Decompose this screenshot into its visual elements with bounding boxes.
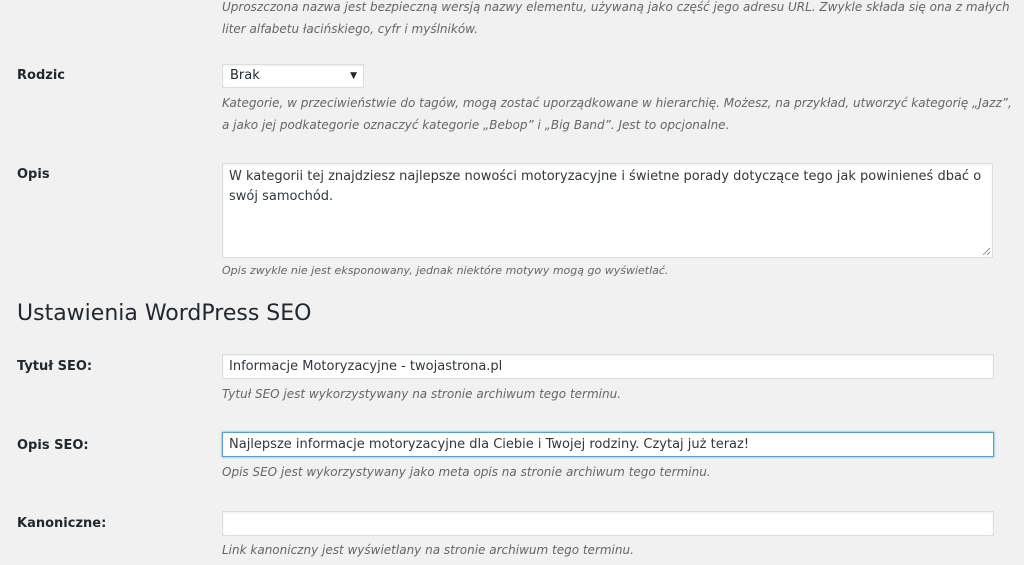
dropdown-arrow-icon: ▼ xyxy=(350,71,357,81)
seo-description-label: Opis SEO: xyxy=(17,438,89,453)
parent-label: Rodzic xyxy=(17,68,65,83)
description-textarea[interactable]: W kategorii tej znajdziesz najlepsze now… xyxy=(222,163,993,258)
seo-description-input[interactable]: Najlepsze informacje motoryzacyjne dla C… xyxy=(222,432,994,457)
description-help: Opis zwykle nie jest eksponowany, jednak… xyxy=(222,264,669,277)
slug-description: Uproszczona nazwa jest bezpieczną wersją… xyxy=(222,0,1010,36)
parent-select[interactable]: Brak ▼ xyxy=(222,64,364,88)
parent-description: Kategorie, w przeciwieństwie do tagów, m… xyxy=(222,96,1012,132)
seo-description-help: Opis SEO jest wykorzystywany jako meta o… xyxy=(222,465,711,479)
canonical-help: Link kanoniczny jest wyświetlany na stro… xyxy=(222,543,634,557)
seo-title-help: Tytuł SEO jest wykorzystywany na stronie… xyxy=(222,387,622,401)
seo-title-label: Tytuł SEO: xyxy=(17,359,93,374)
parent-select-value: Brak xyxy=(230,68,260,83)
seo-section-title: Ustawienia WordPress SEO xyxy=(17,301,312,326)
description-label: Opis xyxy=(17,167,50,182)
canonical-input[interactable] xyxy=(222,511,994,536)
canonical-label: Kanoniczne: xyxy=(17,516,107,531)
resize-handle-icon[interactable] xyxy=(983,248,990,255)
seo-title-input[interactable]: Informacje Motoryzacyjne - twojastrona.p… xyxy=(222,354,994,379)
description-textarea-value: W kategorii tej znajdziesz najlepsze now… xyxy=(229,169,982,204)
